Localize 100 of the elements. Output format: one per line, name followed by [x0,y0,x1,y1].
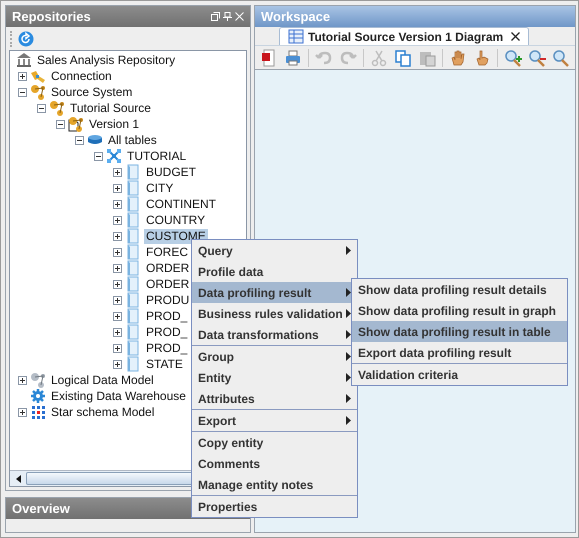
tree-item[interactable]: PRODU [144,292,192,308]
tree-item[interactable]: Connection [49,68,114,84]
collapse-toggle[interactable] [37,104,46,112]
page-icon [125,164,141,180]
submenu-arrow-icon [346,309,351,318]
expand-toggle[interactable] [113,264,122,272]
menu-item[interactable]: Properties [192,496,357,517]
menu-item[interactable]: Attributes [192,388,357,409]
cut-icon [370,48,388,66]
expand-toggle[interactable] [113,360,122,368]
panel-title: Workspace [261,8,330,26]
expand-toggle[interactable] [18,408,27,416]
left-arrow-icon[interactable] [16,474,20,482]
restore-icon[interactable] [211,12,220,21]
page-icon [125,228,141,244]
nodes-icon [49,100,65,116]
collapse-toggle[interactable] [56,120,65,128]
menu-item[interactable]: Comments [192,453,357,474]
expand-toggle[interactable] [113,216,122,224]
tree-item[interactable]: BUDGET [144,164,198,180]
zoom-out-icon [528,48,546,66]
building-icon [16,52,32,68]
expand-toggle[interactable] [113,328,122,336]
panel-title: Overview [12,500,70,518]
expand-toggle[interactable] [113,280,122,288]
expand-toggle[interactable] [18,72,27,80]
refresh-icon [18,30,34,46]
expand-toggle[interactable] [113,200,122,208]
tree-item[interactable]: All tables [106,132,159,148]
gear-icon [30,388,46,404]
expand-toggle[interactable] [113,248,122,256]
pin-icon[interactable] [223,12,232,21]
expand-toggle[interactable] [113,232,122,240]
submenu-arrow-icon [346,416,351,425]
zoom-in-icon [504,48,522,66]
nodes-icon [30,372,46,388]
search-icon [552,48,570,66]
menu-item[interactable]: Profile data [192,261,357,282]
tree-item[interactable]: ORDER [144,276,192,292]
tree-item[interactable]: PROD_ [144,308,190,324]
expand-toggle[interactable] [113,312,122,320]
expand-toggle[interactable] [113,296,122,304]
collapse-toggle[interactable] [75,136,84,144]
print-icon [284,48,302,66]
page-icon [125,244,141,260]
network-icon [106,148,122,164]
submenu-arrow-icon [346,352,351,361]
page-icon [125,356,141,372]
page-icon [125,212,141,228]
submenu-arrow-icon [346,394,351,403]
tree-item[interactable]: COUNTRY [144,212,208,228]
tree-item[interactable]: PROD_ [144,340,190,356]
page-icon [125,340,141,356]
tree-item[interactable]: TUTORIAL [125,148,188,164]
collapse-toggle[interactable] [94,152,103,160]
submenu-arrow-icon [346,246,351,255]
expand-toggle[interactable] [18,376,27,384]
expand-toggle[interactable] [113,184,122,192]
tree-item[interactable]: CONTINENT [144,196,218,212]
tree-item[interactable]: Sales Analysis Repository [35,52,178,68]
tree-item[interactable]: PROD_ [144,324,190,340]
tree-item[interactable]: Tutorial Source [68,100,153,116]
diagram-tab[interactable]: Tutorial Source Version 1 Diagram [279,27,530,45]
tree-item[interactable]: ORDER [144,260,192,276]
page-icon [125,324,141,340]
plug-icon [30,68,46,84]
tree-item[interactable]: STATE [144,356,185,372]
tree-item[interactable]: Logical Data Model [49,372,156,388]
nodes-icon [68,116,84,132]
submenu-arrow-icon [346,288,351,297]
page-icon [125,308,141,324]
grid-icon [30,404,46,420]
copy-icon [394,48,412,66]
panel-title: Repositories [12,8,91,26]
page-icon [125,180,141,196]
nodes-icon [30,84,46,100]
page-icon [125,292,141,308]
submenu-arrow-icon [346,373,351,382]
collapse-toggle[interactable] [18,88,27,96]
page-icon [125,276,141,292]
menu-item[interactable]: Show data profiling result in table [352,321,567,342]
page-icon [125,196,141,212]
menu-item[interactable]: Show data profiling result in graph [352,300,567,321]
refresh-button[interactable] [16,28,36,48]
tree-item[interactable]: FOREC [144,244,190,260]
menu-item[interactable]: Manage entity notes [192,474,357,495]
close-icon[interactable] [511,32,520,41]
expand-toggle[interactable] [113,344,122,352]
tree-item[interactable]: Existing Data Warehouse [49,388,188,404]
menu-item[interactable]: Validation criteria [352,364,567,385]
submenu-arrow-icon [346,330,351,339]
menu-item[interactable]: Export data profiling result [352,342,567,363]
tree-item[interactable]: Version 1 [87,116,142,132]
menu-item[interactable]: Export [192,410,357,431]
expand-toggle[interactable] [113,168,122,176]
tree-item[interactable]: CITY [144,180,176,196]
menu-item[interactable]: Copy entity [192,432,357,453]
tree-item[interactable]: Star schema Model [49,404,156,420]
page-icon [125,260,141,276]
tree-item[interactable]: Source System [49,84,134,100]
